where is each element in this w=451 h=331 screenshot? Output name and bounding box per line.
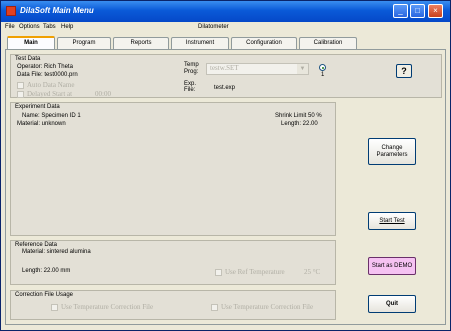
temp-prog-value: testw.SET [210,64,239,72]
exp-file-label-2: File: [184,87,196,93]
temp-correction-label-1: Use Temperature Correction File [61,303,154,311]
start-demo-button[interactable]: Start as DEMO [368,257,416,275]
menu-bar: File Options Tabs Help Dilatometer [1,22,450,34]
menu-help[interactable]: Help [61,24,73,30]
minimize-icon[interactable]: _ [393,4,408,18]
data-file-label: Data File: test0000.prn [17,72,78,78]
auto-data-name-checkbox[interactable] [17,82,24,89]
maximize-icon[interactable]: □ [410,4,425,18]
reference-material-label: Material: sintered alumina [22,249,91,255]
ref-temp-value: 25 °C [304,268,321,276]
experiment-data-group: Experiment Data Name: Specimen ID 1 Mate… [10,102,336,236]
operator-label: Operator: Rich Theta [17,64,73,70]
shrink-limit-label: Shrink Limit 50 % [275,113,322,119]
menu-file[interactable]: File [5,24,15,30]
delayed-start-checkbox[interactable] [17,91,24,98]
test-data-title: Test Data [15,56,41,62]
temp-prog-select[interactable]: testw.SET ▼ [206,63,309,75]
reference-length-label: Length: 22.00 mm [22,268,71,274]
change-parameters-button[interactable]: Change Parameters [368,138,416,165]
menu-options[interactable]: Options [19,24,40,30]
quit-button[interactable]: Quit [368,295,416,313]
temp-correction-label-2: Use Temperature Correction File [221,303,314,311]
help-button[interactable]: ? [396,64,412,78]
menu-dilatometer-label: Dilatometer [198,24,229,30]
use-ref-temp-label: Use Ref Temperature [225,268,285,276]
temp-prog-label-2: Prog: [184,69,199,75]
temp-prog-label: Temp [184,62,199,68]
use-ref-temp-checkbox[interactable] [215,269,222,276]
length-label: Length: 22.00 [281,121,318,127]
experiment-data-title: Experiment Data [15,104,60,110]
exp-file-value: test.exp [214,85,236,91]
reference-data-group: Reference Data Material: sintered alumin… [10,240,336,285]
test-data-group: Test Data Operator: Rich Theta Data File… [10,54,442,98]
start-test-button[interactable]: Start Test [368,212,416,230]
reference-data-title: Reference Data [15,242,58,248]
channel-radio-value: 1 [321,72,325,78]
menu-tabs[interactable]: Tabs [43,24,56,30]
main-tab-panel: Test Data Operator: Rich Theta Data File… [5,49,446,325]
delayed-start-time: 00:00 [95,90,111,98]
channel-radio[interactable] [319,64,326,71]
chevron-down-icon[interactable]: ▼ [297,64,308,74]
temp-correction-checkbox-1[interactable] [51,304,58,311]
material-label: Material: unknown [17,121,66,127]
title-bar: DilaSoft Main Menu _ □ × [1,1,450,22]
correction-file-title: Correction File Usage [15,292,74,298]
delayed-start-label: Delayed Start at [27,90,73,98]
temp-correction-checkbox-2[interactable] [211,304,218,311]
close-icon[interactable]: × [428,4,443,18]
window-title: DilaSoft Main Menu [20,6,94,15]
main-window: DilaSoft Main Menu _ □ × File Options Ta… [0,0,451,331]
correction-file-group: Correction File Usage Use Temperature Co… [10,290,336,320]
auto-data-name-label: Auto Data Name [27,81,75,89]
tab-strip: Main Program Reports Instrument Configur… [5,36,446,50]
app-icon [6,6,16,16]
specimen-name-label: Name: Specimen ID 1 [22,113,81,119]
tab-main[interactable]: Main [7,36,55,50]
